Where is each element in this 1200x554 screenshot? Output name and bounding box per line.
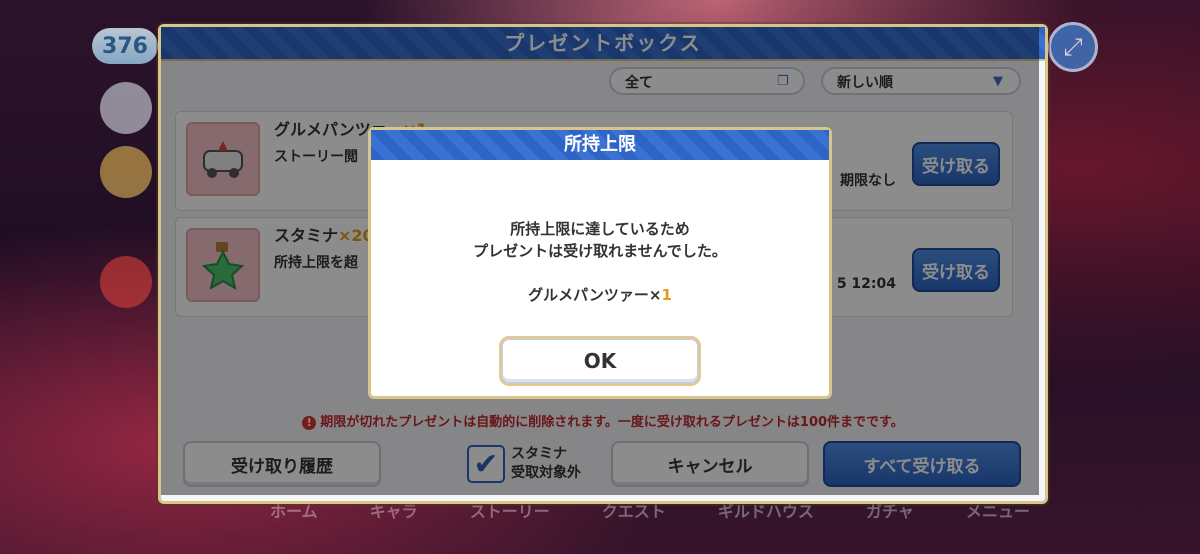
stamina-counter: 376 [92, 28, 158, 64]
side-menu-icon [100, 82, 152, 134]
storage-limit-dialog: 所持上限 所持上限に達しているため プレゼントは受け取れませんでした。 グルメパ… [368, 127, 832, 399]
expand-arrows-icon[interactable]: ⤢ [1048, 22, 1098, 72]
side-event-icon [100, 146, 152, 198]
dialog-header: 所持上限 [371, 130, 829, 160]
ok-button[interactable]: OK [501, 338, 699, 384]
dialog-item-line: グルメパンツァー×1 [528, 286, 672, 304]
dialog-message-line1: 所持上限に達しているため [510, 220, 690, 238]
side-campaign-icon [100, 256, 152, 308]
dialog-message-line2: プレゼントは受け取れませんでした。 [473, 242, 727, 260]
dialog-title: 所持上限 [564, 134, 636, 155]
